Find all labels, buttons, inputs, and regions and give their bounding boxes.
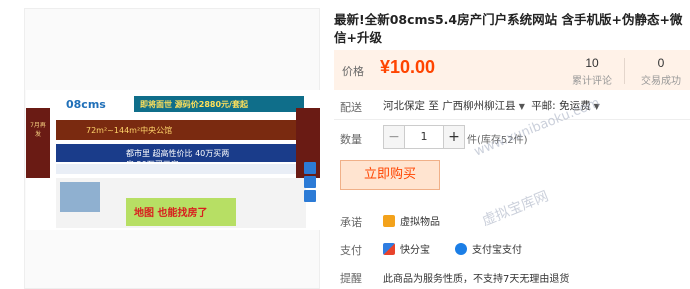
payment-alipay[interactable]: 支付宝支付	[455, 241, 522, 256]
zoom-icon[interactable]	[304, 176, 316, 188]
alipay-icon	[455, 242, 467, 255]
payment-method-1: 快分宝	[400, 245, 430, 256]
decrease-button[interactable]: −	[383, 125, 405, 149]
side-tools	[304, 162, 316, 204]
payment-kuaifenbao[interactable]: 快分宝	[383, 241, 430, 256]
commitment-label: 承诺	[340, 216, 362, 229]
kuaifenbao-icon	[383, 242, 395, 255]
site-logo: 08cms	[66, 98, 106, 111]
buy-now-button[interactable]: 立即购买	[340, 160, 440, 190]
stat-divider	[624, 58, 625, 84]
payment-label: 支付	[340, 244, 362, 257]
product-image[interactable]: 7月再发 08cms 即将面世 源码价2880元/套起 72m²~144m²中央…	[26, 90, 320, 230]
promo-banner-middle: 72m²~144m²中央公馆	[56, 120, 306, 140]
site-content-preview: 地图 也能找房了	[56, 178, 306, 228]
virtual-goods-tag[interactable]: 虚拟物品	[383, 213, 440, 228]
share-icon[interactable]	[304, 162, 316, 174]
site-nav-bar	[56, 164, 306, 174]
stat-transactions-caption: 交易成功	[641, 76, 681, 87]
map-banner: 地图 也能找房了	[126, 198, 236, 226]
building-image	[60, 182, 100, 212]
left-ad-image: 7月再发	[26, 108, 50, 178]
stat-transactions-count: 0	[657, 56, 665, 70]
stat-transactions: 0 交易成功	[634, 56, 688, 87]
quantity-input[interactable]: 1	[405, 125, 443, 149]
quantity-stepper: − 1 +	[383, 125, 465, 149]
shipping-label: 配送	[340, 101, 362, 114]
product-gallery: 7月再发 08cms 即将面世 源码价2880元/套起 72m²~144m²中央…	[0, 0, 328, 289]
product-title: 最新!全新08cms5.4房产门户系统网站 含手机版+伪静态+微信+升级	[334, 12, 683, 45]
price-label: 价格	[342, 65, 364, 78]
virtual-goods-text: 虚拟物品	[400, 217, 440, 228]
gallery-icon[interactable]	[304, 190, 316, 202]
chevron-down-icon: ▼	[518, 102, 525, 111]
shipping-destination[interactable]: 广西柳州柳江县 ▼	[442, 100, 528, 112]
section-divider	[334, 119, 690, 120]
increase-button[interactable]: +	[443, 125, 465, 149]
quantity-label: 数量	[340, 133, 362, 146]
notice-text: 此商品为服务性质，不支持7天无理由退货	[383, 274, 570, 285]
stat-reviews-caption: 累计评论	[572, 76, 612, 87]
price-box: 价格 ¥10.00 10 累计评论 0 交易成功	[334, 50, 690, 90]
watermark-name: 虚拟宝库网	[479, 188, 551, 230]
price-value: ¥10.00	[380, 57, 436, 77]
payment-method-2: 支付宝支付	[472, 245, 522, 256]
virtual-goods-icon	[383, 214, 395, 227]
stat-reviews[interactable]: 10 累计评论	[570, 56, 614, 87]
shipping-from: 河北保定 至	[383, 100, 439, 112]
stat-reviews-count: 10	[585, 56, 599, 70]
notice-label: 提醒	[340, 272, 362, 285]
shipping-to: 广西柳州柳江县	[442, 100, 516, 112]
promo-banner-blue: 都市里 超高性价比 40万买两房 50万买三房	[56, 144, 306, 169]
promo-banner-top: 即将面世 源码价2880元/套起	[134, 96, 304, 112]
